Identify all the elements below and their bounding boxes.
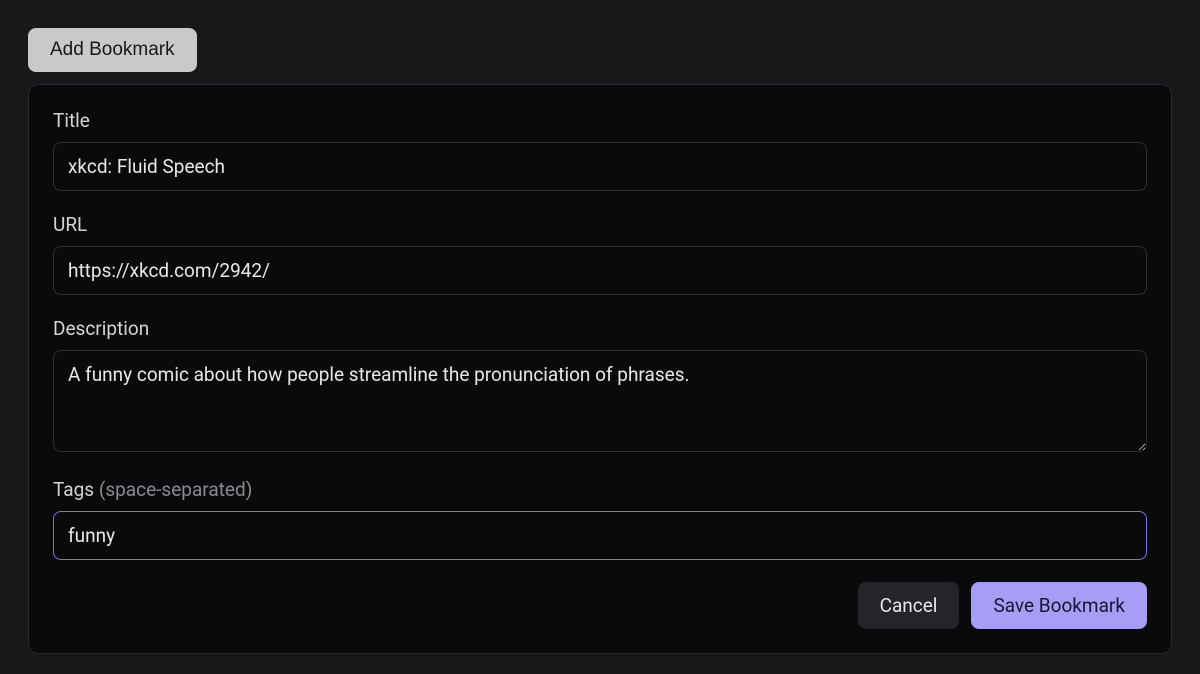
tags-label-hint: (space-separated) <box>99 478 253 501</box>
title-field-group: Title <box>53 109 1147 191</box>
tags-label: Tags (space-separated) <box>53 478 1147 501</box>
description-field-group: Description <box>53 317 1147 456</box>
bookmark-form-panel: Title URL Description Tags (space-separa… <box>28 84 1172 654</box>
url-input[interactable] <box>53 246 1147 295</box>
url-field-group: URL <box>53 213 1147 295</box>
add-bookmark-button[interactable]: Add Bookmark <box>28 28 197 72</box>
title-input[interactable] <box>53 142 1147 191</box>
form-button-row: Cancel Save Bookmark <box>53 582 1147 629</box>
tags-field-group: Tags (space-separated) <box>53 478 1147 560</box>
cancel-button[interactable]: Cancel <box>858 582 960 629</box>
description-textarea[interactable] <box>53 350 1147 452</box>
save-bookmark-button[interactable]: Save Bookmark <box>971 582 1147 629</box>
tags-label-text: Tags <box>53 478 99 501</box>
tags-input[interactable] <box>53 511 1147 560</box>
description-label: Description <box>53 317 1147 340</box>
title-label: Title <box>53 109 1147 132</box>
url-label: URL <box>53 213 1147 236</box>
